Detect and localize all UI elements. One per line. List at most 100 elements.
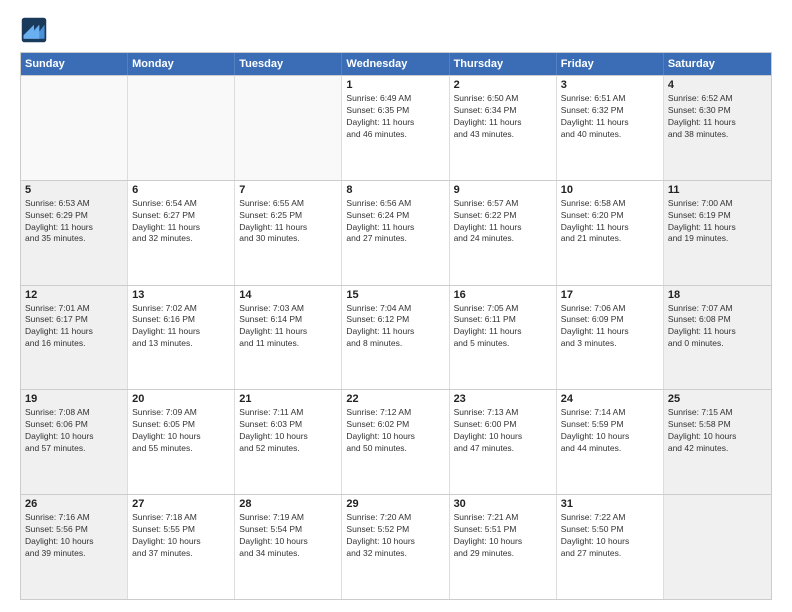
day-info: Sunrise: 7:11 AM Sunset: 6:03 PM Dayligh… <box>239 407 337 455</box>
day-info: Sunrise: 6:50 AM Sunset: 6:34 PM Dayligh… <box>454 93 552 141</box>
calendar-cell <box>235 76 342 180</box>
day-number: 6 <box>132 184 230 196</box>
day-number: 31 <box>561 498 659 510</box>
day-info: Sunrise: 7:13 AM Sunset: 6:00 PM Dayligh… <box>454 407 552 455</box>
calendar-cell <box>128 76 235 180</box>
calendar-cell: 4 Sunrise: 6:52 AM Sunset: 6:30 PM Daylig… <box>664 76 771 180</box>
day-number: 30 <box>454 498 552 510</box>
calendar-cell: 1 Sunrise: 6:49 AM Sunset: 6:35 PM Daylig… <box>342 76 449 180</box>
day-number: 14 <box>239 289 337 301</box>
calendar-row: 19Sunrise: 7:08 AM Sunset: 6:06 PM Dayli… <box>21 389 771 494</box>
calendar-cell <box>21 76 128 180</box>
day-number: 26 <box>25 498 123 510</box>
calendar-cell: 12Sunrise: 7:01 AM Sunset: 6:17 PM Dayli… <box>21 286 128 390</box>
calendar-cell: 9 Sunrise: 6:57 AM Sunset: 6:22 PM Daylig… <box>450 181 557 285</box>
day-info: Sunrise: 6:51 AM Sunset: 6:32 PM Dayligh… <box>561 93 659 141</box>
calendar-cell: 7 Sunrise: 6:55 AM Sunset: 6:25 PM Daylig… <box>235 181 342 285</box>
day-number: 10 <box>561 184 659 196</box>
day-info: Sunrise: 7:12 AM Sunset: 6:02 PM Dayligh… <box>346 407 444 455</box>
day-info: Sunrise: 6:57 AM Sunset: 6:22 PM Dayligh… <box>454 198 552 246</box>
calendar-cell: 3 Sunrise: 6:51 AM Sunset: 6:32 PM Daylig… <box>557 76 664 180</box>
day-number: 3 <box>561 79 659 91</box>
calendar-cell: 25 Sunrise: 7:15 AM Sunset: 5:58 PM Dayli… <box>664 390 771 494</box>
day-info: Sunrise: 7:01 AM Sunset: 6:17 PM Dayligh… <box>25 303 123 351</box>
calendar-cell: 30 Sunrise: 7:21 AM Sunset: 5:51 PM Dayli… <box>450 495 557 599</box>
calendar-row: 1 Sunrise: 6:49 AM Sunset: 6:35 PM Daylig… <box>21 75 771 180</box>
calendar-cell <box>664 495 771 599</box>
day-info: Sunrise: 6:52 AM Sunset: 6:30 PM Dayligh… <box>668 93 767 141</box>
day-info: Sunrise: 6:54 AM Sunset: 6:27 PM Dayligh… <box>132 198 230 246</box>
cal-header-cell: Saturday <box>664 53 771 75</box>
day-number: 27 <box>132 498 230 510</box>
day-number: 8 <box>346 184 444 196</box>
day-number: 7 <box>239 184 337 196</box>
day-number: 17 <box>561 289 659 301</box>
day-number: 23 <box>454 393 552 405</box>
calendar-cell: 18 Sunrise: 7:07 AM Sunset: 6:08 PM Dayli… <box>664 286 771 390</box>
calendar-cell: 8Sunrise: 6:56 AM Sunset: 6:24 PM Daylig… <box>342 181 449 285</box>
calendar-cell: 26 Sunrise: 7:16 AM Sunset: 5:56 PM Dayli… <box>21 495 128 599</box>
calendar-cell: 29Sunrise: 7:20 AM Sunset: 5:52 PM Dayli… <box>342 495 449 599</box>
cal-header-cell: Wednesday <box>342 53 449 75</box>
day-number: 11 <box>668 184 767 196</box>
calendar-cell: 28 Sunrise: 7:19 AM Sunset: 5:54 PM Dayli… <box>235 495 342 599</box>
calendar-cell: 15Sunrise: 7:04 AM Sunset: 6:12 PM Dayli… <box>342 286 449 390</box>
calendar-cell: 19Sunrise: 7:08 AM Sunset: 6:06 PM Dayli… <box>21 390 128 494</box>
header <box>20 16 772 44</box>
calendar-cell: 11 Sunrise: 7:00 AM Sunset: 6:19 PM Dayli… <box>664 181 771 285</box>
day-number: 25 <box>668 393 767 405</box>
day-info: Sunrise: 7:04 AM Sunset: 6:12 PM Dayligh… <box>346 303 444 351</box>
day-number: 29 <box>346 498 444 510</box>
day-info: Sunrise: 7:21 AM Sunset: 5:51 PM Dayligh… <box>454 512 552 560</box>
cal-header-cell: Thursday <box>450 53 557 75</box>
day-info: Sunrise: 7:14 AM Sunset: 5:59 PM Dayligh… <box>561 407 659 455</box>
day-number: 1 <box>346 79 444 91</box>
calendar-body: 1 Sunrise: 6:49 AM Sunset: 6:35 PM Daylig… <box>21 75 771 599</box>
day-number: 4 <box>668 79 767 91</box>
calendar-cell: 16Sunrise: 7:05 AM Sunset: 6:11 PM Dayli… <box>450 286 557 390</box>
day-number: 24 <box>561 393 659 405</box>
day-info: Sunrise: 7:15 AM Sunset: 5:58 PM Dayligh… <box>668 407 767 455</box>
calendar-cell: 17 Sunrise: 7:06 AM Sunset: 6:09 PM Dayli… <box>557 286 664 390</box>
day-number: 9 <box>454 184 552 196</box>
calendar-cell: 20Sunrise: 7:09 AM Sunset: 6:05 PM Dayli… <box>128 390 235 494</box>
day-info: Sunrise: 7:16 AM Sunset: 5:56 PM Dayligh… <box>25 512 123 560</box>
calendar-cell: 22Sunrise: 7:12 AM Sunset: 6:02 PM Dayli… <box>342 390 449 494</box>
page: SundayMondayTuesdayWednesdayThursdayFrid… <box>0 0 792 612</box>
day-info: Sunrise: 6:55 AM Sunset: 6:25 PM Dayligh… <box>239 198 337 246</box>
day-number: 28 <box>239 498 337 510</box>
calendar-row: 26 Sunrise: 7:16 AM Sunset: 5:56 PM Dayli… <box>21 494 771 599</box>
calendar-cell: 21 Sunrise: 7:11 AM Sunset: 6:03 PM Dayli… <box>235 390 342 494</box>
day-number: 13 <box>132 289 230 301</box>
calendar-cell: 27Sunrise: 7:18 AM Sunset: 5:55 PM Dayli… <box>128 495 235 599</box>
day-number: 20 <box>132 393 230 405</box>
day-info: Sunrise: 6:58 AM Sunset: 6:20 PM Dayligh… <box>561 198 659 246</box>
calendar-row: 12Sunrise: 7:01 AM Sunset: 6:17 PM Dayli… <box>21 285 771 390</box>
calendar-cell: 10 Sunrise: 6:58 AM Sunset: 6:20 PM Dayli… <box>557 181 664 285</box>
day-info: Sunrise: 7:02 AM Sunset: 6:16 PM Dayligh… <box>132 303 230 351</box>
calendar-cell: 2Sunrise: 6:50 AM Sunset: 6:34 PM Daylig… <box>450 76 557 180</box>
day-info: Sunrise: 7:07 AM Sunset: 6:08 PM Dayligh… <box>668 303 767 351</box>
calendar-header-row: SundayMondayTuesdayWednesdayThursdayFrid… <box>21 53 771 75</box>
day-number: 21 <box>239 393 337 405</box>
day-number: 16 <box>454 289 552 301</box>
day-info: Sunrise: 7:06 AM Sunset: 6:09 PM Dayligh… <box>561 303 659 351</box>
calendar-cell: 6 Sunrise: 6:54 AM Sunset: 6:27 PM Daylig… <box>128 181 235 285</box>
day-info: Sunrise: 7:00 AM Sunset: 6:19 PM Dayligh… <box>668 198 767 246</box>
calendar-cell: 31 Sunrise: 7:22 AM Sunset: 5:50 PM Dayli… <box>557 495 664 599</box>
calendar-row: 5Sunrise: 6:53 AM Sunset: 6:29 PM Daylig… <box>21 180 771 285</box>
day-info: Sunrise: 7:19 AM Sunset: 5:54 PM Dayligh… <box>239 512 337 560</box>
cal-header-cell: Monday <box>128 53 235 75</box>
day-number: 18 <box>668 289 767 301</box>
calendar-cell: 5Sunrise: 6:53 AM Sunset: 6:29 PM Daylig… <box>21 181 128 285</box>
cal-header-cell: Friday <box>557 53 664 75</box>
cal-header-cell: Tuesday <box>235 53 342 75</box>
calendar: SundayMondayTuesdayWednesdayThursdayFrid… <box>20 52 772 600</box>
day-info: Sunrise: 7:08 AM Sunset: 6:06 PM Dayligh… <box>25 407 123 455</box>
day-info: Sunrise: 7:22 AM Sunset: 5:50 PM Dayligh… <box>561 512 659 560</box>
cal-header-cell: Sunday <box>21 53 128 75</box>
calendar-cell: 13 Sunrise: 7:02 AM Sunset: 6:16 PM Dayli… <box>128 286 235 390</box>
day-info: Sunrise: 7:03 AM Sunset: 6:14 PM Dayligh… <box>239 303 337 351</box>
day-info: Sunrise: 6:49 AM Sunset: 6:35 PM Dayligh… <box>346 93 444 141</box>
calendar-cell: 24 Sunrise: 7:14 AM Sunset: 5:59 PM Dayli… <box>557 390 664 494</box>
